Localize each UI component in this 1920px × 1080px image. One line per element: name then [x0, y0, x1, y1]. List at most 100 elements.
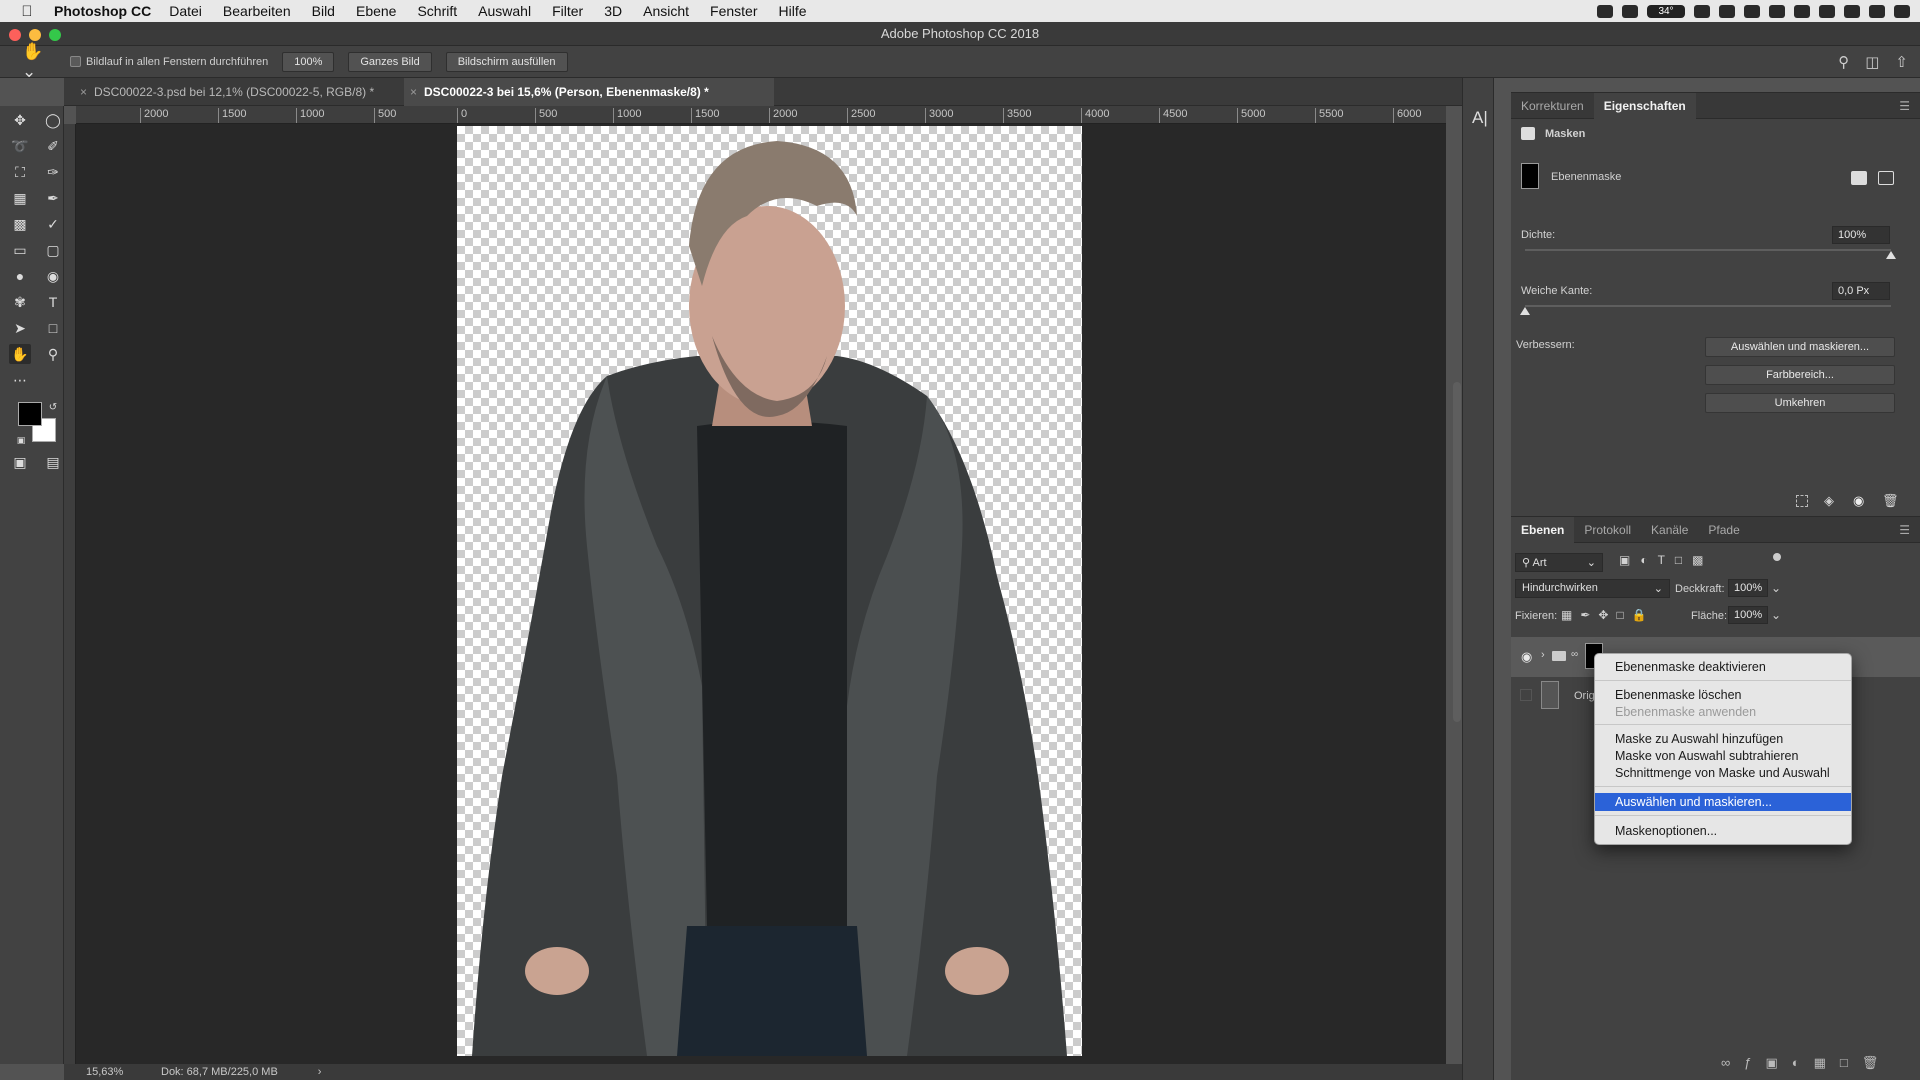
panel-menu-icon[interactable]: ☰ [1899, 99, 1910, 113]
fill-field[interactable]: 100% [1728, 606, 1768, 624]
close-tab-icon[interactable]: × [80, 78, 87, 106]
chevron-down-icon[interactable]: ⌄ [1771, 581, 1781, 595]
tab-document-psd[interactable]: × DSC00022-3.psd bei 12,1% (DSC00022-5, … [74, 78, 394, 106]
gradient-icon[interactable]: ▢ [42, 240, 64, 260]
invert-button[interactable]: Umkehren [1705, 393, 1895, 413]
link-icon[interactable]: ∞ [1571, 649, 1578, 660]
menu-bearbeiten[interactable]: Bearbeiten [223, 3, 291, 19]
record-icon[interactable] [1597, 4, 1613, 18]
airplay-icon[interactable] [1819, 4, 1835, 18]
panel-menu-icon[interactable]: ☰ [1899, 523, 1910, 537]
zoom-level[interactable]: 15,63% [86, 1066, 161, 1078]
lasso-icon[interactable]: ➰ [9, 136, 31, 156]
menu-fenster[interactable]: Fenster [710, 3, 757, 19]
hand-icon[interactable]: ✋ [9, 344, 31, 364]
menu-item-disable-mask[interactable]: Ebenenmaske deaktivieren [1595, 658, 1851, 676]
apple-icon[interactable]:  [0, 3, 54, 20]
layer-filter-kind[interactable]: ⚲ Art ⌄ [1515, 553, 1603, 572]
move-icon[interactable]: ✥ [9, 110, 31, 130]
brush-icon[interactable]: ✒ [42, 188, 64, 208]
vertical-scrollbar[interactable] [1453, 382, 1461, 722]
smart-object-thumbnail[interactable] [1541, 681, 1559, 709]
status-menu-arrow[interactable]: › [318, 1066, 322, 1078]
share-icon[interactable]: ⇧ [1895, 53, 1908, 71]
healing-icon[interactable]: ▦ [9, 188, 31, 208]
menu-item-mask-options[interactable]: Maskenoptionen... [1595, 822, 1851, 840]
menu-hilfe[interactable]: Hilfe [779, 3, 807, 19]
battery-icon[interactable] [1744, 4, 1760, 18]
wifi-icon[interactable] [1794, 4, 1810, 18]
default-colors-icon[interactable]: ▣ [10, 430, 32, 450]
temperature-badge[interactable]: 34° [1647, 4, 1685, 18]
layer-filter-icons[interactable]: ▣◐T□▩ [1619, 553, 1714, 567]
swap-colors-icon[interactable]: ↺ [42, 398, 64, 418]
density-slider-knob[interactable] [1886, 251, 1896, 259]
marquee-icon[interactable]: ◯ [42, 110, 64, 130]
chevron-right-icon[interactable]: › [1541, 649, 1545, 661]
density-slider[interactable] [1525, 249, 1891, 251]
vector-mask-icon[interactable] [1878, 171, 1894, 185]
delete-mask-icon[interactable]: 🗑 [1882, 493, 1899, 509]
workspace-icon[interactable]: ◫ [1865, 53, 1879, 71]
feather-slider-knob[interactable] [1520, 307, 1530, 315]
filter-toggle-icon[interactable] [1773, 553, 1781, 561]
feather-slider[interactable] [1525, 305, 1891, 307]
fill-screen-button[interactable]: Bildschirm ausfüllen [445, 51, 568, 72]
menu-item-select-and-mask[interactable]: Auswählen und maskieren... [1595, 793, 1851, 811]
blend-mode-select[interactable]: Hindurchwirken ⌄ [1515, 579, 1670, 598]
eraser-icon[interactable]: ▭ [9, 240, 31, 260]
lock-icons[interactable]: ▦✒✥□🔒 [1561, 608, 1655, 622]
scroll-all-checkbox[interactable] [70, 56, 81, 67]
bluetooth-icon[interactable] [1769, 4, 1785, 18]
siri-icon[interactable] [1869, 4, 1885, 18]
menu-item-add-mask-to-selection[interactable]: Maske zu Auswahl hinzufügen [1595, 730, 1851, 748]
menu-3d[interactable]: 3D [604, 3, 622, 19]
tab-eigenschaften[interactable]: Eigenschaften [1593, 92, 1696, 119]
zoom-100-button[interactable]: 100% [282, 51, 335, 72]
character-panel-icon[interactable]: A| [1472, 108, 1488, 128]
menu-app-name[interactable]: Photoshop CC [54, 3, 151, 19]
canvas-area[interactable] [76, 124, 1446, 1064]
menu-ebene[interactable]: Ebene [356, 3, 396, 19]
type-icon[interactable]: T [42, 292, 64, 312]
menu-item-subtract-mask-from-selection[interactable]: Maske von Auswahl subtrahieren [1595, 747, 1851, 765]
close-tab-icon[interactable]: × [410, 78, 417, 106]
apply-mask-icon[interactable]: ◈ [1824, 493, 1834, 509]
color-range-button[interactable]: Farbbereich... [1705, 365, 1895, 385]
shape-icon[interactable]: □ [42, 318, 64, 338]
tab-protokoll[interactable]: Protokoll [1574, 517, 1641, 543]
layers-bottom-icons[interactable]: ∞ƒ▣◐▦□🗑 [1721, 1055, 1892, 1071]
search-icon[interactable]: ⚲ [1838, 53, 1849, 71]
spotlight-icon[interactable] [1844, 4, 1860, 18]
cloud-icon[interactable] [1694, 4, 1710, 18]
history-brush-icon[interactable]: ✓ [42, 214, 64, 234]
tab-ebenen[interactable]: Ebenen [1511, 516, 1575, 543]
tab-korrekturen[interactable]: Korrekturen [1511, 93, 1594, 119]
menu-ansicht[interactable]: Ansicht [643, 3, 689, 19]
notification-icon[interactable] [1894, 4, 1910, 18]
pixel-mask-icon[interactable] [1851, 171, 1867, 185]
menu-filter[interactable]: Filter [552, 3, 583, 19]
density-field[interactable]: 100% [1832, 226, 1890, 244]
dodge-icon[interactable]: ◉ [42, 266, 64, 286]
menu-auswahl[interactable]: Auswahl [478, 3, 531, 19]
crop-icon[interactable]: ⛶ [9, 162, 31, 182]
path-select-icon[interactable]: ➤ [9, 318, 31, 338]
eyedropper-icon[interactable]: ✑ [42, 162, 64, 182]
pen-icon[interactable]: ✾ [9, 292, 31, 312]
menu-item-delete-mask[interactable]: Ebenenmaske löschen [1595, 686, 1851, 704]
chevron-down-icon[interactable]: ⌄ [1771, 608, 1781, 622]
menu-datei[interactable]: Datei [169, 3, 202, 19]
menu-item-intersect-mask-selection[interactable]: Schnittmenge von Maske und Auswahl [1595, 764, 1851, 782]
load-selection-icon[interactable] [1796, 495, 1808, 507]
dropbox-icon[interactable] [1719, 4, 1735, 18]
menu-bild[interactable]: Bild [312, 3, 335, 19]
visibility-icon[interactable]: ◉ [1853, 493, 1864, 509]
fit-screen-button[interactable]: Ganzes Bild [348, 51, 432, 72]
select-and-mask-button[interactable]: Auswählen und maskieren... [1705, 337, 1895, 357]
hand-tool-preset-icon[interactable]: ✋⌄ [22, 42, 52, 82]
opacity-field[interactable]: 100% [1728, 579, 1768, 597]
document-image[interactable] [457, 126, 1082, 1056]
screen-mode-icon[interactable]: ▤ [42, 452, 64, 472]
display-icon[interactable] [1622, 4, 1638, 18]
